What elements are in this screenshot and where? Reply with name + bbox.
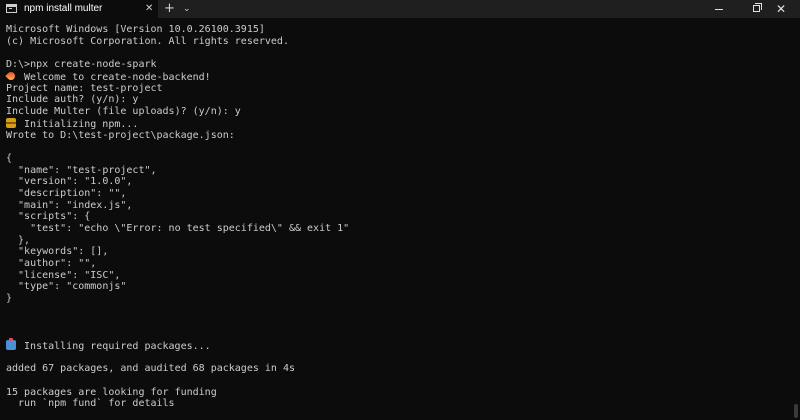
package-icon (6, 118, 16, 128)
terminal-line: "version": "1.0.0", (6, 176, 133, 187)
minimize-button[interactable] (700, 0, 738, 18)
terminal-window: npm install multer ✕ + ⌄ ✕ Microsoft Win… (0, 0, 800, 420)
new-tab-button[interactable]: + (164, 1, 175, 17)
terminal-line: D:\>npx create-node-spark (6, 59, 157, 70)
terminal-line: Include auth? (y/n): y (6, 94, 139, 105)
tab-title: npm install multer (24, 3, 103, 14)
title-bar: npm install multer ✕ + ⌄ ✕ (0, 0, 800, 18)
rocket-icon (5, 70, 17, 82)
tab-close-button[interactable]: ✕ (145, 2, 153, 16)
close-icon: ✕ (776, 2, 787, 16)
terminal-line: "keywords": [], (6, 246, 109, 257)
close-window-button[interactable]: ✕ (764, 0, 800, 18)
terminal-line-text: Installing required packages... (24, 341, 211, 352)
terminal-line: Welcome to create-node-backend! (5, 70, 211, 83)
minimize-icon (715, 9, 723, 10)
terminal-icon (6, 4, 17, 13)
terminal-line: "author": "", (6, 258, 97, 269)
tab-dropdown-button[interactable]: ⌄ (183, 2, 191, 16)
terminal-line: Installing required packages... (6, 338, 211, 352)
terminal-line: "scripts": { (6, 211, 91, 222)
terminal-line: run `npm fund` for details (6, 398, 175, 409)
terminal-line: "type": "commonjs" (6, 281, 127, 292)
restore-icon (753, 3, 762, 12)
terminal-line: Wrote to D:\test-project\package.json: (6, 130, 235, 141)
terminal-output[interactable]: Microsoft Windows [Version 10.0.26100.39… (0, 18, 800, 420)
terminal-line: Microsoft Windows [Version 10.0.26100.39… (6, 24, 265, 35)
package-icon (6, 338, 16, 350)
terminal-line: (c) Microsoft Corporation. All rights re… (6, 36, 289, 47)
terminal-line-text: Initializing npm... (24, 119, 139, 130)
terminal-line-text: Welcome to create-node-backend! (24, 72, 211, 83)
tab-npm-install-multer[interactable]: npm install multer ✕ (0, 0, 158, 18)
terminal-line: Initializing npm... (6, 118, 138, 130)
terminal-line: "test": "echo \"Error: no test specified… (6, 223, 350, 234)
terminal-line: Include Multer (file uploads)? (y/n): y (6, 106, 241, 117)
terminal-line: "description": "", (6, 188, 127, 199)
terminal-line: { (6, 153, 13, 164)
terminal-line: } (6, 293, 13, 304)
terminal-line: added 67 packages, and audited 68 packag… (6, 363, 295, 374)
scrollbar[interactable] (794, 404, 798, 418)
